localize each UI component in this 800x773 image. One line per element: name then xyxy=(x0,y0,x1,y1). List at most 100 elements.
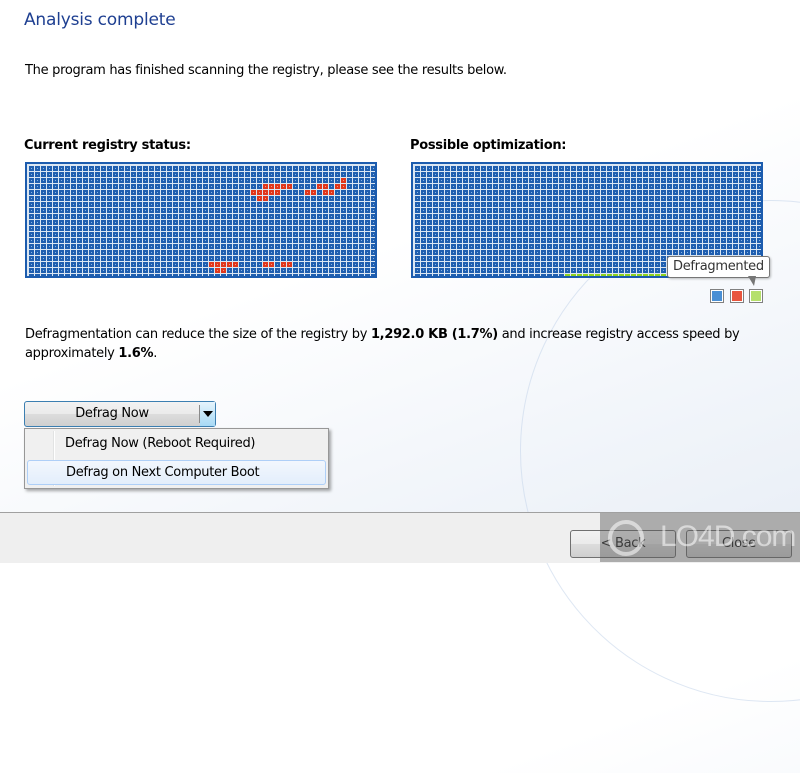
registry-cell-used xyxy=(89,268,94,273)
registry-cell-used xyxy=(577,196,582,201)
registry-cell-used xyxy=(41,256,46,261)
registry-cell-used xyxy=(643,172,648,177)
registry-cell-used xyxy=(71,178,76,183)
registry-cell-used xyxy=(275,250,280,255)
registry-cell-used xyxy=(35,226,40,231)
registry-cell-used xyxy=(631,172,636,177)
legend-defragmented-swatch[interactable] xyxy=(749,289,763,303)
registry-cell-used xyxy=(643,184,648,189)
registry-cell-used xyxy=(35,208,40,213)
registry-cell-used xyxy=(523,214,528,219)
registry-cell-used xyxy=(149,226,154,231)
registry-cell-used xyxy=(359,190,364,195)
defrag-now-button[interactable]: Defrag Now xyxy=(25,402,199,426)
registry-cell-used xyxy=(245,250,250,255)
registry-cell-used xyxy=(541,196,546,201)
registry-cell-used xyxy=(415,244,420,249)
registry-cell-used xyxy=(137,268,142,273)
registry-cell-used xyxy=(287,202,292,207)
registry-cell-used xyxy=(299,256,304,261)
registry-cell-used xyxy=(251,208,256,213)
registry-cell-used xyxy=(457,238,462,243)
registry-cell-used xyxy=(607,256,612,261)
registry-cell-used xyxy=(311,262,316,267)
registry-cell-used xyxy=(601,268,606,273)
registry-cell-used xyxy=(715,226,720,231)
registry-cell-used xyxy=(535,250,540,255)
registry-cell-used xyxy=(35,202,40,207)
registry-cell-used xyxy=(649,202,654,207)
registry-cell-used xyxy=(131,244,136,249)
registry-cell-used xyxy=(487,196,492,201)
registry-cell-used xyxy=(457,184,462,189)
registry-cell-used xyxy=(541,268,546,273)
registry-cell-used xyxy=(365,256,370,261)
registry-cell-used xyxy=(95,226,100,231)
registry-cell-used xyxy=(263,232,268,237)
registry-cell-used xyxy=(601,232,606,237)
registry-cell-used xyxy=(691,178,696,183)
registry-cell-used xyxy=(41,232,46,237)
registry-cell-used xyxy=(625,208,630,213)
registry-cell-used xyxy=(649,226,654,231)
registry-cell-used xyxy=(661,196,666,201)
defrag-split-button[interactable]: Defrag Now xyxy=(24,401,216,427)
registry-cell-used xyxy=(329,262,334,267)
registry-cell-used xyxy=(487,190,492,195)
registry-cell-used xyxy=(415,196,420,201)
registry-cell-used xyxy=(131,274,136,276)
registry-cell-used xyxy=(415,226,420,231)
registry-cell-used xyxy=(523,178,528,183)
legend-used-swatch[interactable] xyxy=(710,289,724,303)
registry-cell-used xyxy=(29,250,34,255)
registry-cell-used xyxy=(47,244,52,249)
registry-cell-used xyxy=(359,238,364,243)
registry-cell-used xyxy=(293,232,298,237)
registry-cell-used xyxy=(673,172,678,177)
registry-cell-used xyxy=(565,202,570,207)
registry-cell-fragmented xyxy=(221,262,226,267)
registry-cell-used xyxy=(371,208,375,213)
registry-cell-used xyxy=(661,184,666,189)
registry-cell-used xyxy=(697,244,702,249)
registry-cell-used xyxy=(365,226,370,231)
registry-cell-used xyxy=(577,250,582,255)
defrag-dropdown-toggle[interactable] xyxy=(200,402,215,426)
registry-cell-used xyxy=(113,262,118,267)
registry-cell-used xyxy=(469,250,474,255)
registry-cell-used xyxy=(59,256,64,261)
registry-cell-used xyxy=(185,184,190,189)
menu-item-defrag-next-boot[interactable]: Defrag on Next Computer Boot xyxy=(27,460,326,485)
registry-cell-used xyxy=(733,172,738,177)
registry-cell-used xyxy=(305,238,310,243)
registry-cell-used xyxy=(655,166,660,171)
registry-cell-used xyxy=(493,166,498,171)
registry-cell-used xyxy=(281,256,286,261)
registry-cell-used xyxy=(469,232,474,237)
registry-cell-used xyxy=(113,238,118,243)
registry-cell-used xyxy=(257,232,262,237)
registry-cell-used xyxy=(95,274,100,276)
registry-cell-used xyxy=(505,214,510,219)
registry-cell-used xyxy=(215,226,220,231)
registry-cell-used xyxy=(101,190,106,195)
legend-fragmented-swatch[interactable] xyxy=(730,289,744,303)
registry-cell-used xyxy=(733,196,738,201)
registry-cell-used xyxy=(499,268,504,273)
registry-cell-used xyxy=(89,250,94,255)
registry-cell-used xyxy=(233,202,238,207)
registry-cell-used xyxy=(251,262,256,267)
registry-cell-used xyxy=(433,250,438,255)
registry-cell-used xyxy=(655,184,660,189)
registry-cell-used xyxy=(757,244,761,249)
registry-cell-used xyxy=(263,214,268,219)
registry-cell-used xyxy=(415,166,420,171)
registry-cell-used xyxy=(305,250,310,255)
menu-item-defrag-now-reboot[interactable]: Defrag Now (Reboot Required) xyxy=(27,432,326,457)
registry-cell-used xyxy=(715,250,720,255)
registry-cell-used xyxy=(649,196,654,201)
registry-cell-fragmented xyxy=(215,268,220,273)
registry-cell-used xyxy=(625,268,630,273)
registry-cell-used xyxy=(559,202,564,207)
registry-cell-used xyxy=(475,274,480,276)
